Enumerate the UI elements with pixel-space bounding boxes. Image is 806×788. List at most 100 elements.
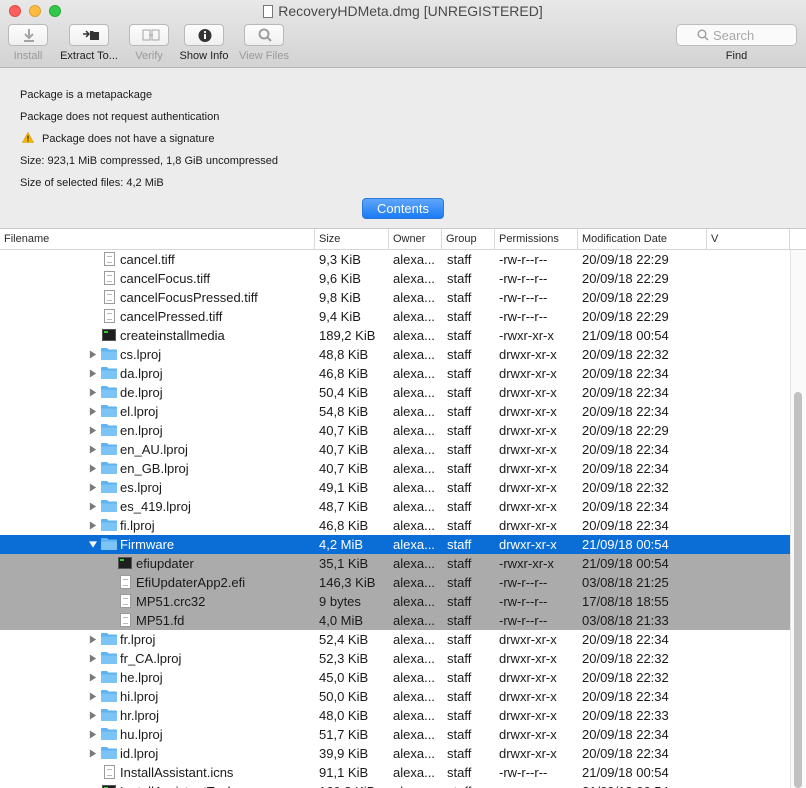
column-modification-date[interactable]: Modification Date: [578, 229, 707, 250]
disclosure-collapsed-icon[interactable]: [89, 426, 97, 435]
disclosure-collapsed-icon[interactable]: [89, 369, 97, 378]
table-row[interactable]: createinstallmedia 189,2 KiB alexa... staff…: [0, 326, 790, 345]
filename-text: da.lproj: [120, 366, 163, 381]
filename-cell: cancelPressed.tiff: [0, 307, 315, 326]
table-row[interactable]: es_419.lproj 48,7 KiB alexa... staff drwxr-x…: [0, 497, 790, 516]
filename-text: hi.lproj: [120, 689, 159, 704]
table-row[interactable]: de.lproj 50,4 KiB alexa... staff drwxr-xr-x 2…: [0, 383, 790, 402]
install-button[interactable]: Install: [8, 24, 48, 62]
table-row[interactable]: InstallAssistantTool 169,8 KiB alexa... sta…: [0, 782, 790, 788]
filename-cell: el.lproj: [0, 402, 315, 421]
filename-cell: cs.lproj: [0, 345, 315, 364]
table-row[interactable]: fr_CA.lproj 52,3 KiB alexa... staff drwxr-xr…: [0, 649, 790, 668]
column-owner[interactable]: Owner: [389, 229, 442, 250]
permissions-cell: drwxr-xr-x: [499, 499, 557, 514]
disclosure-collapsed-icon[interactable]: [89, 673, 97, 682]
selected-files-size: Size of selected files: 4,2 MiB: [20, 177, 164, 189]
table-row[interactable]: hi.lproj 50,0 KiB alexa... staff drwxr-xr-x 2…: [0, 687, 790, 706]
table-row[interactable]: hu.lproj 51,7 KiB alexa... staff drwxr-xr-x 2…: [0, 725, 790, 744]
permissions-cell: drwxr-xr-x: [499, 404, 557, 419]
group-cell: staff: [447, 385, 472, 400]
column-permissions[interactable]: Permissions: [495, 229, 578, 250]
contents-button[interactable]: Contents: [362, 198, 444, 219]
verify-label: Verify: [135, 50, 163, 62]
table-row[interactable]: en_AU.lproj 40,7 KiB alexa... staff drwxr-xr…: [0, 440, 790, 459]
table-row[interactable]: cancelFocusPressed.tiff 9,8 KiB alexa... st…: [0, 288, 790, 307]
modification-date-cell: 20/09/18 22:34: [582, 461, 669, 476]
table-row[interactable]: cancelFocus.tiff 9,6 KiB alexa... staff -rw-…: [0, 269, 790, 288]
permissions-cell: drwxr-xr-x: [499, 708, 557, 723]
table-row[interactable]: fi.lproj 46,8 KiB alexa... staff drwxr-xr-x 2…: [0, 516, 790, 535]
disclosure-collapsed-icon[interactable]: [89, 654, 97, 663]
table-row[interactable]: el.lproj 54,8 KiB alexa... staff drwxr-xr-x 2…: [0, 402, 790, 421]
file-icon: [120, 613, 131, 627]
disclosure-collapsed-icon[interactable]: [89, 730, 97, 739]
owner-cell: alexa...: [393, 632, 435, 647]
table-row[interactable]: Firmware 4,2 MiB alexa... staff drwxr-xr-x 21…: [0, 535, 790, 554]
document-icon: [263, 5, 274, 18]
table-row[interactable]: InstallAssistant.icns 91,1 KiB alexa... sta…: [0, 763, 790, 782]
size-cell: 9 bytes: [319, 594, 361, 609]
file-icon: [104, 309, 115, 323]
vertical-scrollbar[interactable]: [790, 250, 806, 788]
find-label: Find: [725, 50, 748, 62]
disclosure-collapsed-icon[interactable]: [89, 388, 97, 397]
table-row[interactable]: fr.lproj 52,4 KiB alexa... staff drwxr-xr-x 2…: [0, 630, 790, 649]
disclosure-collapsed-icon[interactable]: [89, 483, 97, 492]
disclosure-collapsed-icon[interactable]: [89, 635, 97, 644]
disclosure-collapsed-icon[interactable]: [89, 749, 97, 758]
table-row[interactable]: es.lproj 49,1 KiB alexa... staff drwxr-xr-x 2…: [0, 478, 790, 497]
disclosure-collapsed-icon[interactable]: [89, 711, 97, 720]
table-row[interactable]: MP51.crc32 9 bytes alexa... staff -rw-r--r--…: [0, 592, 790, 611]
table-row[interactable]: MP51.fd 4,0 MiB alexa... staff -rw-r--r-- 03/…: [0, 611, 790, 630]
size-cell: 146,3 KiB: [319, 575, 376, 590]
filename-text: es.lproj: [120, 480, 162, 495]
filename-text: he.lproj: [120, 670, 163, 685]
executable-icon: [118, 557, 132, 569]
verify-files-icon: [142, 29, 160, 41]
file-icon: [104, 290, 115, 304]
table-row[interactable]: cancelPressed.tiff 9,4 KiB alexa... staff -r…: [0, 307, 790, 326]
group-cell: staff: [447, 518, 472, 533]
view-files-button[interactable]: View Files: [236, 24, 292, 62]
disclosure-collapsed-icon[interactable]: [89, 464, 97, 473]
disclosure-expanded-icon[interactable]: [89, 540, 97, 549]
table-row[interactable]: hr.lproj 48,0 KiB alexa... staff drwxr-xr-x 2…: [0, 706, 790, 725]
owner-cell: alexa...: [393, 613, 435, 628]
table-row[interactable]: id.lproj 39,9 KiB alexa... staff drwxr-xr-x 2…: [0, 744, 790, 763]
search-field[interactable]: [676, 24, 797, 46]
table-row[interactable]: cs.lproj 48,8 KiB alexa... staff drwxr-xr-x 2…: [0, 345, 790, 364]
disclosure-collapsed-icon[interactable]: [89, 407, 97, 416]
column-filename[interactable]: Filename: [0, 229, 315, 250]
column-group[interactable]: Group: [442, 229, 495, 250]
folder-icon: [101, 709, 117, 721]
size-cell: 169,8 KiB: [319, 782, 389, 788]
modification-date-cell: 20/09/18 22:34: [582, 366, 669, 381]
verify-button[interactable]: Verify: [128, 24, 170, 62]
size-cell: 9,3 KiB: [319, 252, 361, 267]
column-size[interactable]: Size: [315, 229, 389, 250]
view-files-label: View Files: [239, 50, 289, 62]
extract-to-button[interactable]: Extract To...: [58, 24, 120, 62]
disclosure-collapsed-icon[interactable]: [89, 692, 97, 701]
table-row[interactable]: efiupdater 35,1 KiB alexa... staff -rwxr-xr-…: [0, 554, 790, 573]
modification-date-cell: 20/09/18 22:34: [582, 404, 669, 419]
show-info-button[interactable]: Show Info: [176, 24, 232, 62]
table-row[interactable]: da.lproj 46,8 KiB alexa... staff drwxr-xr-x 2…: [0, 364, 790, 383]
disclosure-collapsed-icon[interactable]: [89, 445, 97, 454]
disclosure-collapsed-icon[interactable]: [89, 350, 97, 359]
search-input[interactable]: [713, 27, 793, 43]
table-row[interactable]: en_GB.lproj 40,7 KiB alexa... staff drwxr-xr…: [0, 459, 790, 478]
owner-cell: alexa...: [393, 442, 435, 457]
table-row[interactable]: en.lproj 40,7 KiB alexa... staff drwxr-xr-x 2…: [0, 421, 790, 440]
size-cell: 46,8 KiB: [319, 518, 369, 533]
table-row[interactable]: cancel.tiff 9,3 KiB alexa... staff -rw-r--r-…: [0, 250, 790, 269]
column-v[interactable]: V: [707, 229, 790, 250]
modification-date-cell: 21/09/18 00:54: [582, 328, 669, 343]
table-row[interactable]: he.lproj 45,0 KiB alexa... staff drwxr-xr-x 2…: [0, 668, 790, 687]
table-row[interactable]: EfiUpdaterApp2.efi 146,3 KiB alexa... staff…: [0, 573, 790, 592]
scrollbar-thumb[interactable]: [794, 392, 802, 788]
group-cell: staff: [447, 782, 497, 788]
disclosure-collapsed-icon[interactable]: [89, 521, 97, 530]
disclosure-collapsed-icon[interactable]: [89, 502, 97, 511]
